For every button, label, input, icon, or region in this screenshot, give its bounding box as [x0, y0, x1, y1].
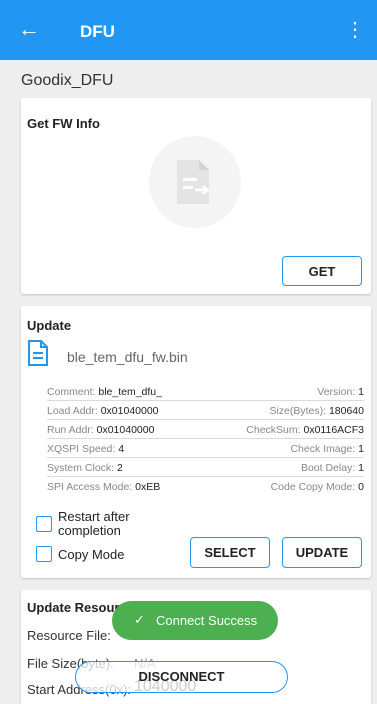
restart-checkbox[interactable] [36, 516, 52, 532]
disconnect-button[interactable]: DISCONNECT [75, 661, 288, 693]
update-button[interactable]: UPDATE [282, 537, 362, 568]
get-button[interactable]: GET [282, 256, 362, 286]
fw-info-title: Get FW Info [27, 116, 100, 131]
update-card: Update ble_tem_dfu_fw.bin Comment: ble_t… [21, 306, 371, 578]
fw-info-card: Get FW Info GET [21, 98, 371, 294]
info-row: XQSPI Speed: 4 Check Image: 1 [47, 439, 364, 458]
page-title: DFU [80, 22, 115, 41]
file-icon [27, 340, 49, 371]
resource-file-label: Resource File: [27, 628, 111, 643]
check-icon: ✓ [134, 612, 145, 627]
info-row: SPI Access Mode: 0xEB Code Copy Mode: 0 [47, 481, 364, 493]
app-bar: ← DFU ⋮ [0, 0, 377, 60]
copy-mode-label: Copy Mode [58, 547, 125, 562]
image-info-grid: Comment: ble_tem_dfu_ Version: 1 Load Ad… [47, 382, 364, 496]
device-name: Goodix_DFU [21, 72, 114, 89]
info-row: Comment: ble_tem_dfu_ Version: 1 [47, 382, 364, 401]
info-row: System Clock: 2 Boot Delay: 1 [47, 458, 364, 477]
more-vert-icon[interactable]: ⋮ [345, 20, 365, 40]
copy-mode-checkbox[interactable] [36, 546, 52, 562]
file-name: ble_tem_dfu_fw.bin [67, 349, 188, 365]
toast-message: Connect Success [156, 613, 258, 628]
connect-success-toast: ✓ Connect Success [112, 601, 278, 640]
back-arrow-icon[interactable]: ← [18, 18, 40, 40]
document-placeholder-icon [149, 136, 241, 228]
info-row: Load Addr: 0x01040000 Size(Bytes): 18064… [47, 401, 364, 420]
info-row: Run Addr: 0x01040000 CheckSum: 0x0116ACF… [47, 420, 364, 439]
restart-label: Restart after completion [58, 509, 130, 538]
select-button[interactable]: SELECT [190, 537, 270, 568]
update-title: Update [27, 318, 72, 333]
